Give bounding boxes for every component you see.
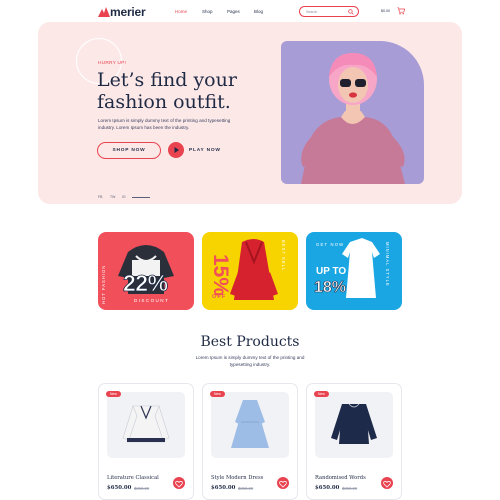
cart-icon[interactable] — [397, 7, 405, 15]
social-link-facebook[interactable]: FB — [98, 195, 102, 199]
play-icon — [174, 147, 179, 153]
logo-mark-icon — [98, 7, 110, 17]
search-input[interactable]: Search — [306, 10, 317, 14]
play-button[interactable] — [168, 142, 184, 158]
wishlist-button[interactable] — [173, 477, 185, 489]
social-link-instagram[interactable]: IG — [122, 195, 126, 199]
product-name[interactable]: Literature Classical — [107, 475, 159, 481]
heart-icon — [175, 480, 183, 488]
promo3-percent: 18% — [314, 279, 347, 297]
new-badge: New — [210, 391, 225, 397]
hero-title-line2: fashion outfit. — [97, 91, 231, 113]
hero-description-line2: industry. Lorem Ipsum has been the indus… — [98, 125, 190, 130]
promo1-vertical-label: HOT FASHION — [101, 264, 106, 304]
hero-model-image — [281, 41, 424, 184]
search-icon[interactable] — [348, 9, 354, 15]
social-link-twitter[interactable]: TW — [110, 195, 115, 199]
promo2-subtitle: OFF — [212, 294, 227, 300]
product-card[interactable]: New Literature Classical $650.00 $850.00 — [98, 383, 194, 500]
best-products-desc-line2: typesetting industry. — [229, 362, 271, 367]
brand-logo[interactable]: merier — [110, 5, 146, 19]
cart-total[interactable]: $0.00 — [381, 9, 390, 13]
product-card[interactable]: New Randomised Words $650.00 $850.00 — [306, 383, 402, 500]
nav-shop[interactable]: Shop — [202, 9, 213, 14]
nav-blog[interactable]: Blog — [254, 9, 263, 14]
play-now-label[interactable]: PLAY NOW — [189, 148, 221, 153]
product-old-price: $850.00 — [134, 486, 150, 491]
new-badge: New — [314, 391, 329, 397]
product-image[interactable] — [211, 392, 289, 458]
hero-title-line1: Let’s find your — [97, 69, 237, 91]
product-price: $650.00 — [107, 485, 132, 491]
best-products-title: Best Products — [200, 334, 300, 350]
wishlist-button[interactable] — [381, 477, 393, 489]
shop-now-button[interactable]: SHOP NOW — [97, 142, 161, 159]
best-products-desc-line1: Lorem Ipsum is simply dummy text of the … — [195, 355, 305, 360]
product-name[interactable]: Style Modern Dress — [211, 475, 263, 481]
promo1-subtitle: DISCOUNT — [134, 298, 170, 303]
promo2-vertical-label: BEST SELL — [281, 240, 286, 272]
product-name[interactable]: Randomised Words — [315, 475, 366, 481]
nav-pages[interactable]: Pages — [227, 9, 240, 14]
product-old-price: $850.00 — [238, 486, 254, 491]
hero-kicker: HURRY UP! — [98, 61, 127, 66]
nav-home[interactable]: Home — [175, 9, 187, 14]
search-bar[interactable]: Search — [299, 6, 359, 17]
promo2-percent: 15% — [209, 254, 232, 297]
heart-icon — [383, 480, 391, 488]
product-price: $650.00 — [211, 485, 236, 491]
promo1-percent: 22% — [123, 270, 169, 297]
promo3-top-label: GET NOW — [316, 242, 345, 247]
product-image[interactable] — [107, 392, 185, 458]
wishlist-button[interactable] — [277, 477, 289, 489]
product-old-price: $850.00 — [342, 486, 358, 491]
product-price: $650.00 — [315, 485, 340, 491]
hero-description-line1: Lorem Ipsum is simply dummy text of the … — [98, 118, 231, 123]
social-divider — [132, 197, 150, 198]
new-badge: New — [106, 391, 121, 397]
promo3-upto: UP TO — [316, 266, 347, 277]
product-card[interactable]: New Style Modern Dress $650.00 $850.00 — [202, 383, 298, 500]
promo3-vertical-label: MINIMAL STYLE — [385, 242, 390, 287]
heart-icon — [279, 480, 287, 488]
product-image[interactable] — [315, 392, 393, 458]
